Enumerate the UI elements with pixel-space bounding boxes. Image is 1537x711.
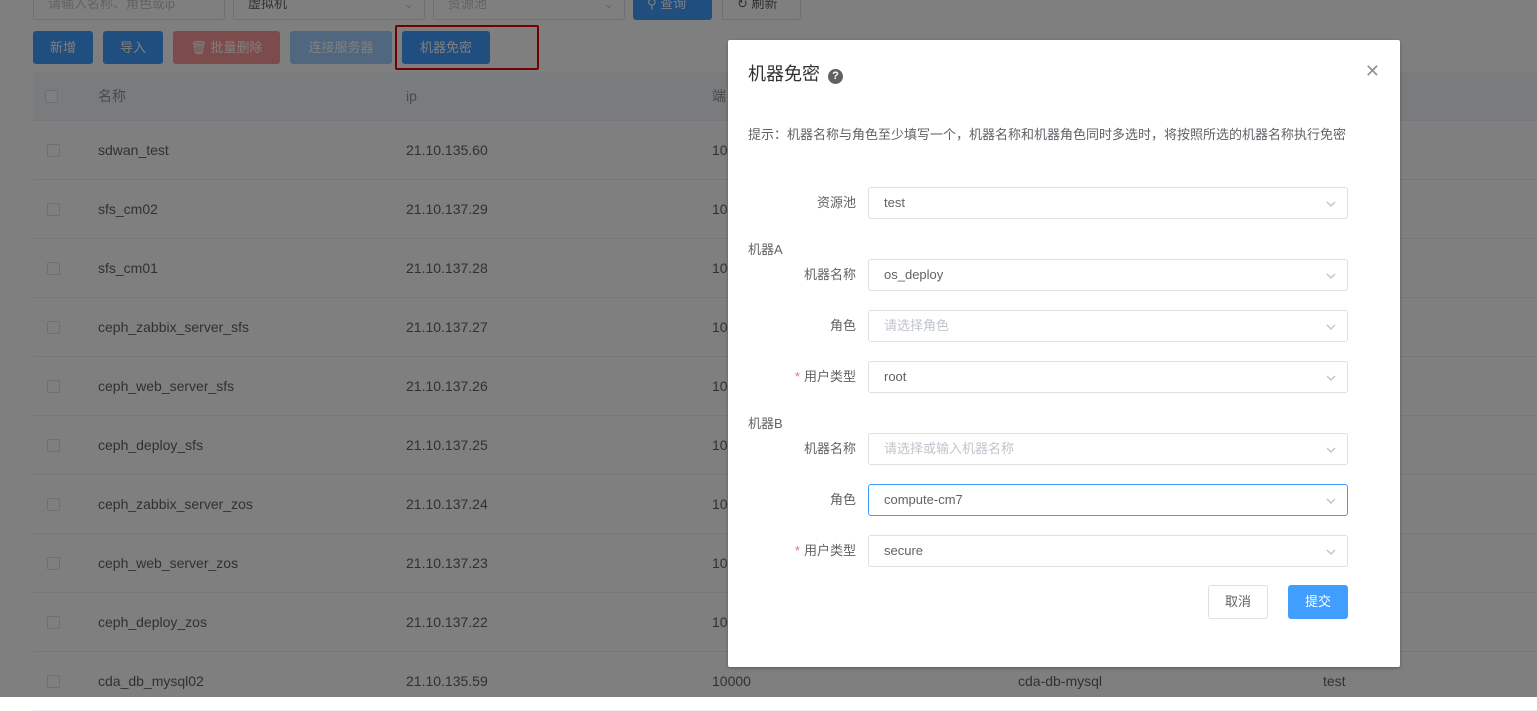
chevron-down-icon bbox=[1326, 375, 1336, 381]
machine-b-label: 机器B bbox=[748, 416, 783, 431]
machine-a-role-row: 角色 请选择角色 bbox=[748, 310, 1348, 342]
pool-select[interactable]: test bbox=[868, 187, 1348, 219]
machine-a-role-select[interactable]: 请选择角色 bbox=[868, 310, 1348, 342]
chevron-down-icon bbox=[1326, 324, 1336, 330]
machine-b-role-value: compute-cm7 bbox=[884, 492, 963, 507]
pool-label: 资源池 bbox=[816, 195, 856, 210]
machine-a-usertype-value: root bbox=[884, 369, 907, 384]
machine-b-role-row: 角色 compute-cm7 bbox=[748, 484, 1348, 516]
chevron-down-icon bbox=[1326, 201, 1336, 207]
machine-b-role-label: 角色 bbox=[829, 492, 856, 507]
machine-b-usertype-text: 用户类型 bbox=[803, 543, 856, 558]
chevron-down-icon bbox=[1326, 498, 1336, 504]
machine-b-role-select[interactable]: compute-cm7 bbox=[868, 484, 1348, 516]
chevron-down-icon bbox=[1326, 549, 1336, 555]
machine-b-name-select[interactable]: 请选择或输入机器名称 bbox=[868, 433, 1348, 465]
machine-b-name-row: 机器名称 请选择或输入机器名称 bbox=[748, 433, 1348, 465]
machine-b-usertype-row: * 用户类型 secure bbox=[748, 535, 1348, 567]
machine-a-usertype-select[interactable]: root bbox=[868, 361, 1348, 393]
passwordless-dialog: 机器免密 ? ✕ 提示：机器名称与角色至少填写一个，机器名称和机器角色同时多选时… bbox=[728, 40, 1400, 667]
chevron-down-icon bbox=[1326, 273, 1336, 279]
dialog-title: 机器免密 ? bbox=[748, 60, 843, 86]
pool-value: test bbox=[884, 195, 905, 210]
machine-b-name-label: 机器名称 bbox=[803, 441, 856, 456]
close-icon[interactable]: ✕ bbox=[1365, 62, 1380, 80]
submit-button[interactable]: 提交 bbox=[1288, 585, 1348, 619]
required-marker: * bbox=[794, 369, 800, 384]
chevron-down-icon bbox=[1326, 447, 1336, 453]
machine-b-usertype-select[interactable]: secure bbox=[868, 535, 1348, 567]
machine-b-name-placeholder: 请选择或输入机器名称 bbox=[884, 441, 1015, 456]
question-icon[interactable]: ? bbox=[828, 68, 843, 84]
machine-a-usertype-label: * 用户类型 bbox=[748, 361, 856, 393]
dialog-title-text: 机器免密 bbox=[748, 64, 820, 84]
machine-a-name-value: os_deploy bbox=[884, 267, 944, 282]
dialog-tip: 提示：机器名称与角色至少填写一个，机器名称和机器角色同时多选时，将按照所选的机器… bbox=[748, 127, 1347, 142]
machine-a-role-placeholder: 请选择角色 bbox=[884, 318, 950, 333]
cancel-button[interactable]: 取消 bbox=[1208, 585, 1268, 619]
machine-a-usertype-text: 用户类型 bbox=[803, 369, 856, 384]
machine-b-usertype-value: secure bbox=[884, 543, 924, 558]
machine-a-name-select[interactable]: os_deploy bbox=[868, 259, 1348, 291]
pool-row: 资源池 test bbox=[748, 187, 1348, 219]
machine-b-usertype-label: * 用户类型 bbox=[748, 535, 856, 567]
machine-a-label: 机器A bbox=[748, 242, 783, 257]
required-marker: * bbox=[794, 543, 800, 558]
machine-a-usertype-row: * 用户类型 root bbox=[748, 361, 1348, 393]
machine-a-name-row: 机器名称 os_deploy bbox=[748, 259, 1348, 291]
machine-a-name-label: 机器名称 bbox=[803, 267, 856, 282]
machine-a-role-label: 角色 bbox=[829, 318, 856, 333]
